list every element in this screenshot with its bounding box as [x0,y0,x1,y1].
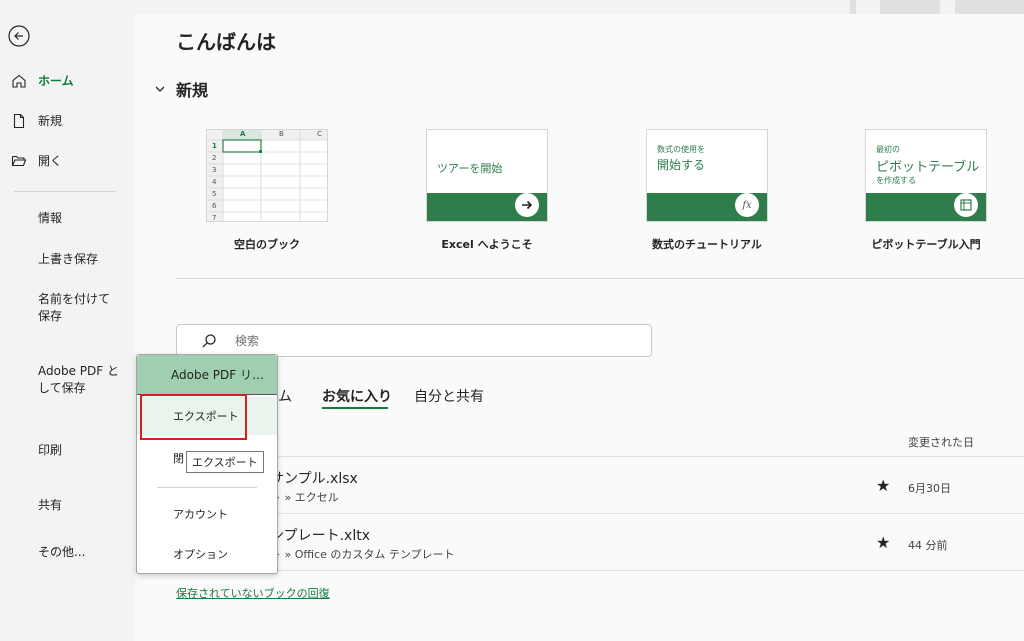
tile-title: ツアーを開始 [437,162,503,175]
tab-recent[interactable]: ム [278,386,292,406]
function-fx-icon: fx [735,193,759,217]
grid-col-header: B [279,130,284,138]
tab-favorites[interactable]: お気に入り [322,386,392,406]
search-placeholder: 検索 [235,334,260,348]
section-divider [176,278,1024,279]
tab-shared-with-me[interactable]: 自分と共有 [414,386,484,406]
tile-subtitle: を作成する [876,176,916,185]
nav-divider [14,191,116,192]
search-input[interactable]: 検索 [176,324,652,357]
nav-save-label: 上書き保存 [38,252,99,266]
nav-more-label: その他... [38,545,86,559]
nav-save-adobe-pdf[interactable]: Adobe PDF と して保存 [0,363,135,397]
pivot-table-icon [954,193,978,217]
home-icon [10,72,28,90]
template-pivot-table-label: ピボットテーブル入門 [871,238,981,251]
template-pivot-table[interactable]: 最初の ピボットテーブル を作成する [865,129,987,222]
folder-open-icon [10,152,28,170]
nav-save-adobe-pdf-label: Adobe PDF と して保存 [38,364,119,395]
grid-row-header: 6 [212,202,217,210]
nav-home-label: ホーム [38,73,74,88]
file-date: 6月30日 [908,482,951,495]
file-name: ンプレート.xltx [270,528,370,544]
template-formula-tutorial-label: 数式のチュートリアル [652,238,762,251]
grid-row-header: 2 [212,154,217,162]
greeting-title: こんばんは [176,30,276,54]
nav-new-label: 新規 [38,113,63,128]
nav-info-label: 情報 [38,211,63,225]
annotation-highlight-box [140,394,247,440]
new-section-title: 新規 [176,81,209,100]
template-formula-tutorial[interactable]: 数式の使用を 開始する fx [646,129,768,222]
search-icon [202,333,216,347]
grid-col-header: C [317,130,322,138]
nav-new[interactable]: 新規 [0,112,135,130]
grid-row-header: 4 [212,178,217,186]
nav-open[interactable]: 開く [0,152,135,170]
file-date: 44 分前 [908,539,948,552]
tooltip: エクスポート [186,451,264,473]
nav-share[interactable]: 共有 [0,497,135,514]
grid-col-header: A [240,130,246,138]
nav-print[interactable]: 印刷 [0,442,135,459]
file-path: ト » Office のカスタム テンプレート [270,548,455,561]
grid-row-header: 1 [212,142,217,150]
nav-more[interactable]: その他... [0,544,135,561]
tile-title: ピボットテーブル [876,160,980,175]
arrow-right-icon [515,193,539,217]
nav-save-as[interactable]: 名前を付けて 保存 [0,291,135,325]
row-divider [176,513,1024,514]
nav-home[interactable]: ホーム [0,72,135,90]
row-divider [176,570,1024,571]
nav-info[interactable]: 情報 [0,210,135,227]
grid-row-header: 7 [212,214,217,222]
grid-row-header: 3 [212,166,217,174]
tab-active-indicator [322,407,388,409]
popup-item-options[interactable]: オプション [137,535,277,573]
nav-save[interactable]: 上書き保存 [0,251,135,268]
file-path: ト » エクセル [270,491,339,504]
popup-item-adobe-pdf[interactable]: Adobe PDF リ… [137,355,277,395]
back-arrow-icon[interactable] [8,25,30,47]
header-decoration [850,0,856,14]
nav-open-label: 開く [38,153,63,168]
template-blank-workbook[interactable]: A B C 1 2 3 4 5 6 7 [206,129,328,222]
new-document-icon [10,112,28,130]
new-section-toggle[interactable]: 新規 [154,77,208,101]
nav-share-label: 共有 [38,498,63,512]
popup-divider [157,487,257,488]
nav-print-label: 印刷 [38,443,63,457]
chevron-down-icon [155,86,165,92]
blank-grid-icon [207,130,327,221]
tile-subtitle: 数式の使用を [657,145,705,154]
header-decoration [955,0,1024,14]
star-icon[interactable]: ★ [876,476,890,495]
template-welcome-excel-label: Excel へようこそ [441,238,533,251]
popup-item-account[interactable]: アカウント [137,495,277,533]
recover-unsaved-link[interactable]: 保存されていないブックの回復 [176,585,330,601]
row-divider [176,456,1024,457]
grid-row-header: 5 [212,190,217,198]
backstage-nav: ホーム 新規 開く 情報 上書き保存 名前を付けて 保存 Adobe PDF と… [0,0,135,641]
nav-save-as-label: 名前を付けて 保存 [38,292,111,323]
template-blank-workbook-label: 空白のブック [234,238,300,251]
star-icon[interactable]: ★ [876,533,890,552]
template-welcome-excel[interactable]: ツアーを開始 [426,129,548,222]
header-decoration [880,0,940,14]
column-header-modified[interactable]: 変更された日 [908,434,974,450]
tile-subtitle: 最初の [876,145,900,154]
file-name: サンプル.xlsx [270,471,358,487]
tile-title: 開始する [657,158,706,172]
